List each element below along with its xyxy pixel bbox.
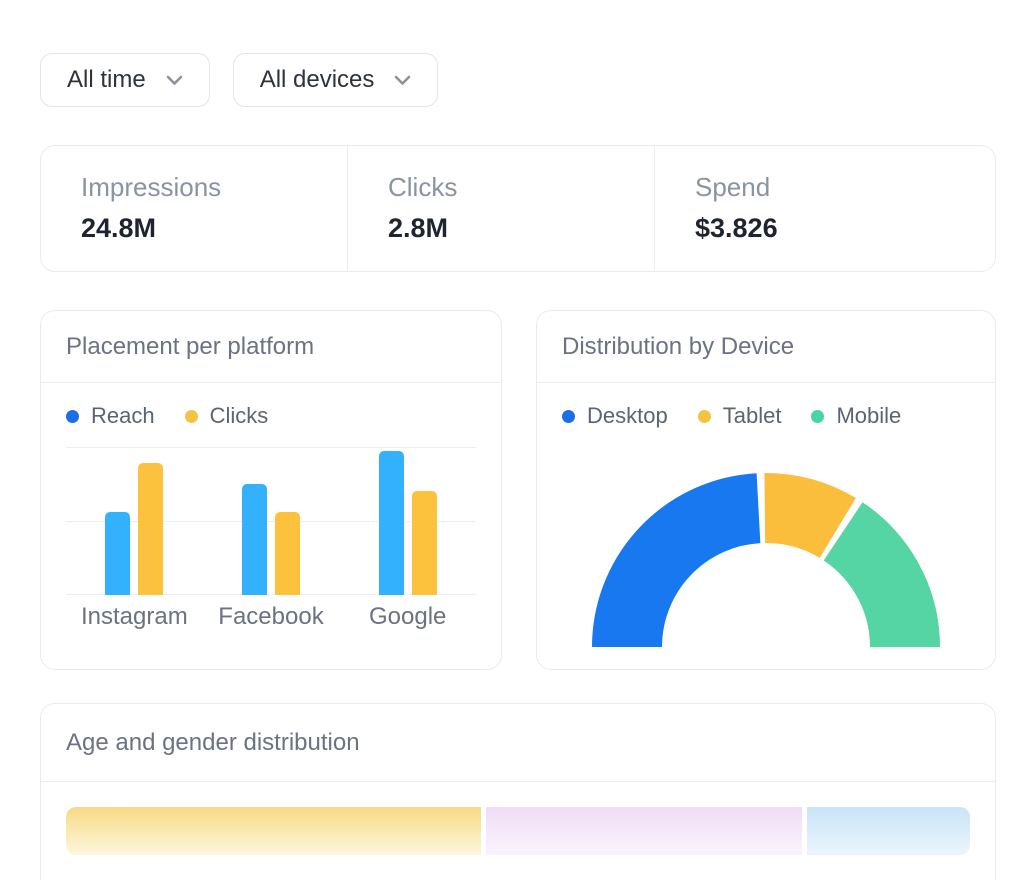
- bar-clicks-instagram[interactable]: [138, 463, 163, 595]
- chevron-down-icon: [394, 75, 411, 86]
- gauge-legend: Desktop Tablet Mobile: [562, 403, 970, 429]
- bar-reach-google[interactable]: [379, 451, 404, 595]
- legend-item-clicks[interactable]: Clicks: [185, 403, 269, 429]
- stat-value: $3.826: [695, 213, 995, 244]
- bar-group-facebook: [203, 447, 340, 595]
- stat-value: 24.8M: [81, 213, 347, 244]
- stat-label: Clicks: [388, 172, 654, 203]
- stacked-segment-1[interactable]: [66, 807, 481, 855]
- bar-chart-legend: Reach Clicks: [66, 403, 476, 429]
- placement-per-platform-card: Placement per platform Reach Clicks Inst…: [40, 310, 502, 670]
- stat-spend: Spend $3.826: [654, 146, 995, 271]
- legend-label: Reach: [91, 403, 155, 429]
- tablet-legend-dot: [698, 410, 711, 423]
- half-donut-chart[interactable]: [537, 437, 995, 652]
- legend-label: Desktop: [587, 403, 668, 429]
- legend-label: Mobile: [836, 403, 901, 429]
- gauge-wrap: [537, 437, 995, 652]
- stat-impressions: Impressions 24.8M: [41, 146, 347, 271]
- bar-group-google: [339, 447, 476, 595]
- time-range-dropdown[interactable]: All time: [40, 53, 210, 107]
- dashboard-page: All time All devices Impressions 24.8M C…: [0, 53, 1036, 880]
- bar-reach-facebook[interactable]: [242, 484, 267, 595]
- legend-item-mobile[interactable]: Mobile: [811, 403, 901, 429]
- card-title: Placement per platform: [41, 311, 501, 383]
- gauge-segment-tablet[interactable]: [765, 508, 838, 528]
- distribution-by-device-card: Distribution by Device Desktop Tablet Mo…: [536, 310, 996, 670]
- charts-row: Placement per platform Reach Clicks Inst…: [40, 310, 996, 670]
- gauge-segment-desktop[interactable]: [627, 508, 758, 647]
- mobile-legend-dot: [811, 410, 824, 423]
- stat-label: Impressions: [81, 172, 347, 203]
- reach-legend-dot: [66, 410, 79, 423]
- bar-clicks-facebook[interactable]: [275, 512, 300, 595]
- bar-clicks-google[interactable]: [412, 491, 437, 595]
- age-gender-distribution-card: Age and gender distribution: [40, 703, 996, 880]
- stacked-segment-3[interactable]: [807, 807, 970, 855]
- card-title: Age and gender distribution: [41, 704, 995, 782]
- legend-label: Tablet: [723, 403, 782, 429]
- device-filter-dropdown-label: All devices: [260, 66, 375, 94]
- desktop-legend-dot: [562, 410, 575, 423]
- stat-label: Spend: [695, 172, 995, 203]
- category-label-instagram: Instagram: [66, 603, 203, 631]
- card-title: Distribution by Device: [537, 311, 995, 383]
- legend-item-desktop[interactable]: Desktop: [562, 403, 668, 429]
- stat-value: 2.8M: [388, 213, 654, 244]
- category-label-google: Google: [339, 603, 476, 631]
- device-filter-dropdown[interactable]: All devices: [233, 53, 439, 107]
- bar-reach-instagram[interactable]: [105, 512, 130, 595]
- legend-item-tablet[interactable]: Tablet: [698, 403, 782, 429]
- category-label-facebook: Facebook: [203, 603, 340, 631]
- bar-plot: [66, 447, 476, 595]
- bar-group-instagram: [66, 447, 203, 595]
- time-range-dropdown-label: All time: [67, 66, 146, 94]
- clicks-legend-dot: [185, 410, 198, 423]
- gauge-segment-mobile[interactable]: [843, 531, 905, 647]
- stat-clicks: Clicks 2.8M: [347, 146, 654, 271]
- stats-summary-card: Impressions 24.8M Clicks 2.8M Spend $3.8…: [40, 145, 996, 272]
- legend-label: Clicks: [210, 403, 269, 429]
- legend-item-reach[interactable]: Reach: [66, 403, 155, 429]
- chevron-down-icon: [166, 75, 183, 86]
- filter-row: All time All devices: [40, 53, 996, 107]
- stacked-bar: [66, 807, 970, 855]
- stacked-segment-2[interactable]: [486, 807, 802, 855]
- bar-labels: InstagramFacebookGoogle: [66, 603, 476, 631]
